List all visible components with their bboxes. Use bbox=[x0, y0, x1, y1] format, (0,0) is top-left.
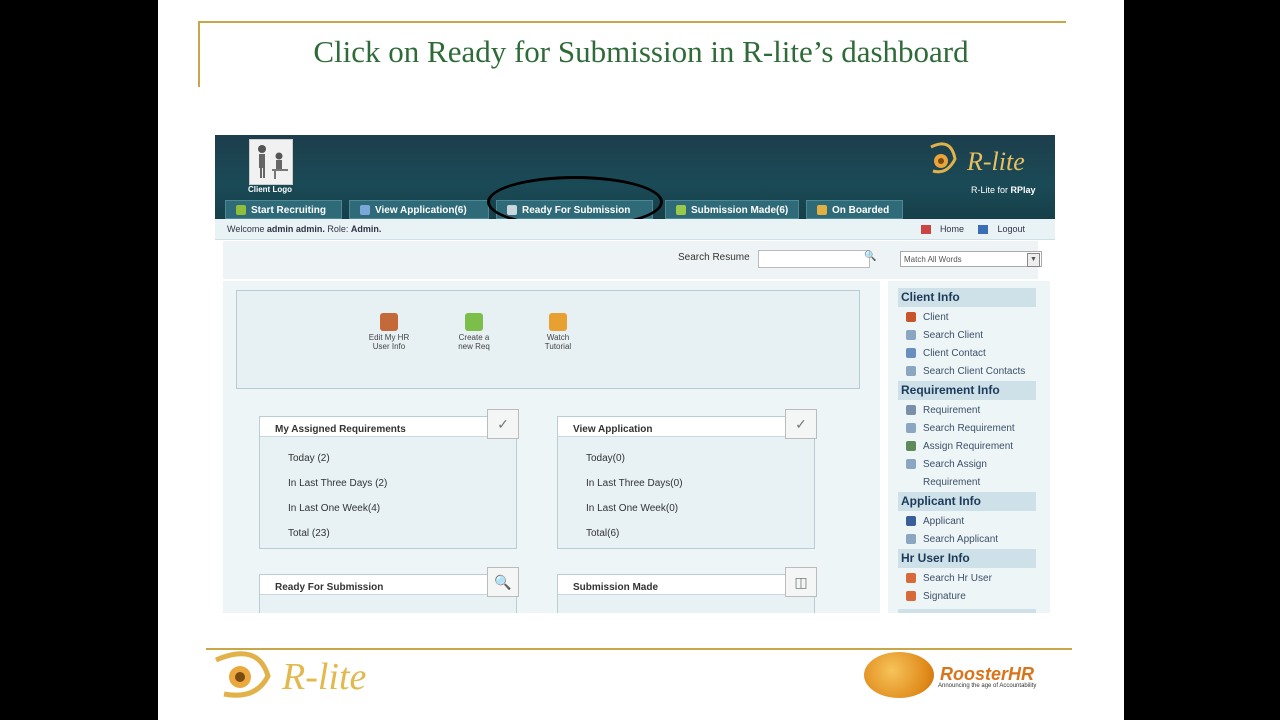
documents-icon: ◫ bbox=[785, 567, 817, 597]
search-bar: Search Resume 🔍 Match All Words ▼ bbox=[223, 241, 1042, 279]
signature-icon bbox=[906, 591, 916, 602]
sidebar-item-search-requirement[interactable]: Search Requirement bbox=[906, 423, 1015, 434]
search-icon bbox=[906, 330, 916, 341]
client-logo bbox=[249, 139, 293, 185]
tutorial-icon bbox=[549, 313, 567, 331]
panel-row-one-week[interactable]: In Last One Week(0) bbox=[586, 503, 678, 514]
chevron-down-icon: ▼ bbox=[1027, 253, 1040, 267]
tab-submission-made[interactable]: Submission Made(6) bbox=[665, 200, 799, 219]
hr-user-icon bbox=[906, 573, 916, 584]
applicant-icon bbox=[906, 516, 916, 527]
sidebar-item-requirement[interactable]: Requirement bbox=[906, 405, 980, 416]
home-link[interactable]: Home bbox=[915, 224, 964, 235]
search-icon bbox=[906, 534, 916, 545]
sidebar-item-client-contact[interactable]: Client Contact bbox=[906, 348, 986, 359]
sidebar: Client Info Client Search Client Client … bbox=[888, 281, 1050, 613]
rlite-app-screenshot: Client Logo R-lite R-Lite for RPlay Star… bbox=[215, 135, 1055, 613]
panel-title: Ready For Submission bbox=[260, 575, 490, 595]
slide-top-border bbox=[198, 21, 1066, 23]
quick-link-create-req[interactable]: Create a new Req bbox=[444, 313, 504, 351]
panel-row-three-days[interactable]: In Last Three Days (2) bbox=[288, 478, 387, 489]
tab-on-boarded[interactable]: On Boarded bbox=[806, 200, 903, 219]
panel-row-today[interactable]: Today (2) bbox=[288, 453, 330, 464]
sidebar-item-search-assign-requirement[interactable]: Search Assign bbox=[906, 459, 987, 470]
on-boarded-icon bbox=[817, 205, 827, 216]
sidebar-section-applicant-info: Applicant Info bbox=[898, 492, 1036, 511]
match-mode-select[interactable]: Match All Words ▼ bbox=[900, 251, 1042, 267]
sidebar-item-assign-requirement[interactable]: Assign Requirement bbox=[906, 441, 1013, 452]
submission-made-icon bbox=[676, 205, 686, 216]
sidebar-item-client[interactable]: Client bbox=[906, 312, 949, 323]
view-application-icon bbox=[360, 205, 370, 216]
sidebar-item-applicant[interactable]: Applicant bbox=[906, 516, 964, 527]
rlite-brand-name: R-lite bbox=[967, 147, 1025, 176]
header-links: Home Logout bbox=[909, 224, 1025, 235]
panel-row-three-days[interactable]: In Last Three Days(0) bbox=[586, 478, 683, 489]
panel-row-total[interactable]: Total(6) bbox=[586, 528, 619, 539]
start-recruiting-icon bbox=[236, 205, 246, 216]
assign-icon bbox=[906, 441, 916, 452]
check-icon: ✓ bbox=[785, 409, 817, 439]
sidebar-section-hr-user-info: Hr User Info bbox=[898, 549, 1036, 568]
roosterhr-tagline: Announcing the age of Accountability bbox=[938, 683, 1037, 689]
slide-bottom-border bbox=[206, 648, 1072, 650]
sidebar-item-search-applicant[interactable]: Search Applicant bbox=[906, 534, 998, 545]
client-icon bbox=[906, 312, 916, 323]
sidebar-item-search-client[interactable]: Search Client bbox=[906, 330, 983, 341]
sidebar-section-client-info: Client Info bbox=[898, 288, 1036, 307]
slide-title: Click on Ready for Submission in R-lite’… bbox=[313, 34, 969, 69]
search-resume-label: Search Resume bbox=[678, 252, 750, 263]
logout-icon bbox=[978, 225, 989, 235]
quick-link-edit-hr-user[interactable]: Edit My HR User Info bbox=[359, 313, 419, 351]
search-resume-input[interactable] bbox=[758, 250, 870, 268]
edit-user-icon bbox=[380, 313, 398, 331]
app-header: Client Logo R-lite R-Lite for RPlay Star… bbox=[215, 135, 1055, 228]
check-document-icon: ✓ bbox=[487, 409, 519, 439]
roosterhr-logo-icon bbox=[864, 652, 934, 698]
search-icon bbox=[906, 423, 916, 434]
panel-submission-made: Submission Made ◫ bbox=[557, 567, 817, 613]
tab-start-recruiting[interactable]: Start Recruiting bbox=[225, 200, 342, 219]
magnifier-document-icon: 🔍 bbox=[487, 567, 519, 597]
quick-link-watch-tutorial[interactable]: Watch Tutorial bbox=[528, 313, 588, 351]
client-logo-label: Client Logo bbox=[248, 185, 292, 194]
panel-row-total[interactable]: Total (23) bbox=[288, 528, 330, 539]
sidebar-item-search-hr-user[interactable]: Search Hr User bbox=[906, 573, 992, 584]
sidebar-item-signature[interactable]: Signature bbox=[906, 591, 966, 602]
create-req-icon bbox=[465, 313, 483, 331]
panel-my-assigned-requirements: My Assigned Requirements ✓ Today (2) In … bbox=[259, 409, 519, 549]
panel-ready-for-submission: Ready For Submission 🔍 bbox=[259, 567, 519, 613]
welcome-text: Welcome admin admin. Role: Admin. bbox=[227, 224, 382, 234]
panel-view-application: View Application ✓ Today(0) In Last Thre… bbox=[557, 409, 817, 549]
sidebar-section-requirement-info: Requirement Info bbox=[898, 381, 1036, 400]
panel-row-today[interactable]: Today(0) bbox=[586, 453, 625, 464]
panel-title: Submission Made bbox=[558, 575, 788, 595]
requirement-icon bbox=[906, 405, 916, 416]
tab-view-application[interactable]: View Application(6) bbox=[349, 200, 489, 219]
sidebar-item-search-assign-requirement-line2[interactable]: Requirement bbox=[923, 477, 980, 488]
rlite-footer-logo-icon bbox=[215, 651, 271, 698]
panel-title: View Application bbox=[558, 417, 788, 437]
welcome-bar: Welcome admin admin. Role: Admin. Home L… bbox=[215, 219, 1055, 240]
rlite-brand-subtitle: R-Lite for RPlay bbox=[971, 185, 1036, 195]
sidebar-section-truncated bbox=[898, 609, 1036, 613]
footer-rlite-wordmark: R-lite bbox=[282, 656, 367, 698]
panel-row-one-week[interactable]: In Last One Week(4) bbox=[288, 503, 380, 514]
search-icon[interactable]: 🔍 bbox=[864, 251, 876, 265]
quick-links-panel: Edit My HR User Info Create a new Req Watc… bbox=[236, 290, 860, 389]
search-icon bbox=[906, 366, 916, 377]
rlite-logo-icon bbox=[930, 142, 957, 174]
slide: Click on Ready for Submission in R-lite’… bbox=[158, 0, 1124, 720]
panel-title: My Assigned Requirements bbox=[260, 417, 490, 437]
search-icon bbox=[906, 459, 916, 470]
sidebar-item-search-client-contacts[interactable]: Search Client Contacts bbox=[906, 366, 1025, 377]
logout-link[interactable]: Logout bbox=[972, 224, 1025, 235]
home-icon bbox=[920, 225, 931, 235]
roosterhr-wordmark: RoosterHR bbox=[940, 664, 1035, 684]
contact-card-icon bbox=[906, 348, 916, 359]
